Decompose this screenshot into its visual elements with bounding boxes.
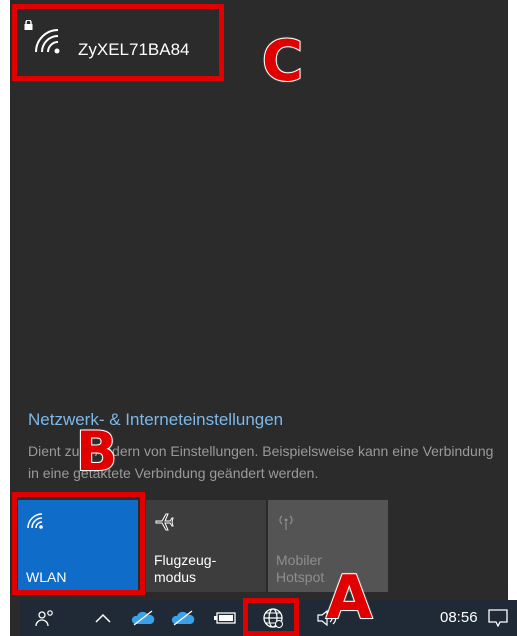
- onedrive-icon[interactable]: [130, 606, 156, 630]
- onedrive-icon[interactable]: [170, 606, 196, 630]
- network-item[interactable]: ZyXEL71BA84: [16, 6, 226, 78]
- network-flyout: ZyXEL71BA84 Netzwerk- & Interneteinstell…: [10, 0, 517, 636]
- lock-icon: [24, 20, 33, 30]
- network-settings-link[interactable]: Netzwerk- & Interneteinstellungen: [28, 410, 283, 430]
- battery-icon[interactable]: [212, 606, 238, 630]
- callout-label-a: A: [325, 563, 373, 633]
- people-icon[interactable]: [34, 606, 56, 630]
- airplane-icon: [155, 513, 174, 531]
- wifi-signal-icon: [35, 29, 60, 54]
- network-name: ZyXEL71BA84: [78, 40, 190, 59]
- airplane-mode-label: Flugzeug- modus: [154, 552, 217, 585]
- clock[interactable]: 08:56: [440, 609, 478, 626]
- chevron-up-icon[interactable]: [92, 606, 114, 630]
- callout-label-b: B: [75, 420, 118, 483]
- hotspot-icon: [279, 515, 293, 530]
- wlan-label: WLAN: [26, 569, 67, 585]
- action-center-icon[interactable]: [486, 606, 510, 630]
- taskbar: 08:56: [20, 600, 517, 636]
- wifi-icon: [27, 513, 43, 529]
- callout-label-c: C: [261, 29, 304, 94]
- network-globe-icon[interactable]: [260, 606, 286, 630]
- mobile-hotspot-label: Mobiler Hotspot: [276, 552, 325, 585]
- wlan-toggle-button[interactable]: WLAN: [18, 500, 138, 592]
- airplane-mode-button[interactable]: Flugzeug- modus: [146, 500, 266, 592]
